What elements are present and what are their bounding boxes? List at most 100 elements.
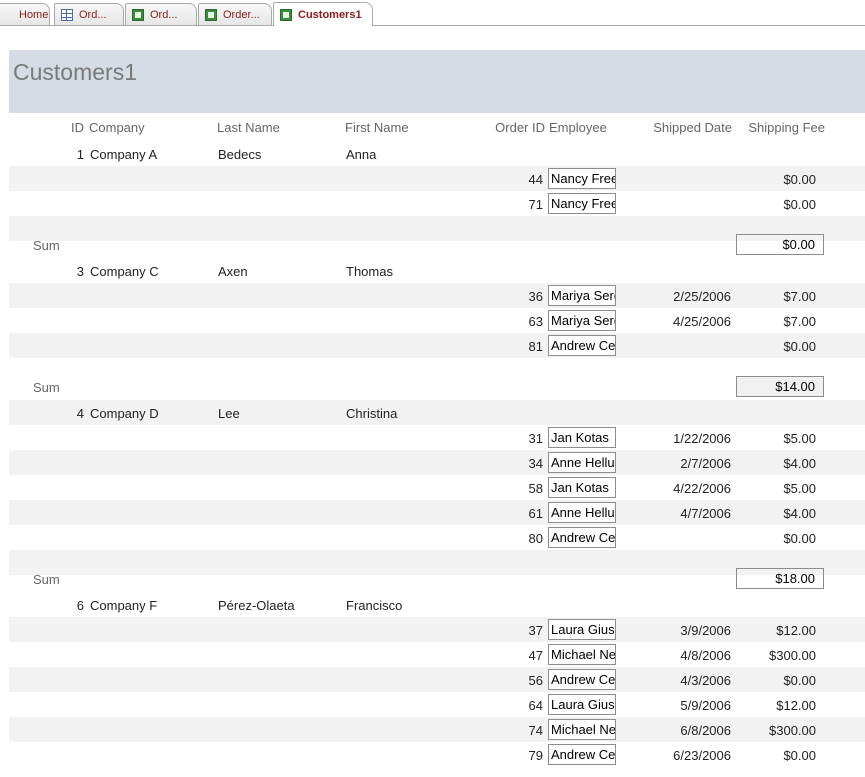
shipping-fee: $12.00 <box>776 623 816 638</box>
order-id: 47 <box>528 648 543 663</box>
row-band <box>9 692 865 717</box>
customer-first-name: Anna <box>346 147 377 162</box>
document-tab-strip: Home Ord... Ord... Order... Customers1 <box>0 0 865 27</box>
customer-first-name: Francisco <box>346 598 403 613</box>
row-band <box>9 191 865 216</box>
sum-shipping-fee[interactable]: $18.00 <box>736 568 824 589</box>
employee-field[interactable]: Andrew Cencini <box>548 744 616 765</box>
row-band <box>9 525 865 550</box>
sum-label: Sum <box>33 572 60 587</box>
row-band <box>9 500 865 525</box>
customer-first-name: Christina <box>346 406 398 421</box>
shipped-date: 3/9/2006 <box>680 623 731 638</box>
employee-field[interactable]: Michael Neipper <box>548 644 616 665</box>
employee-field[interactable]: Mariya Sergienko <box>548 285 616 306</box>
header-id: ID <box>71 120 84 135</box>
sum-shipping-fee[interactable]: $0.00 <box>736 234 824 255</box>
row-band <box>9 717 865 742</box>
shipping-fee: $0.00 <box>783 673 816 688</box>
row-band <box>9 308 865 333</box>
shipped-date: 5/9/2006 <box>680 698 731 713</box>
shipped-date: 4/22/2006 <box>673 481 731 496</box>
order-id: 34 <box>528 456 543 471</box>
tab-customers1[interactable]: Customers1 <box>273 2 373 26</box>
order-id: 36 <box>528 289 543 304</box>
order-id: 79 <box>528 748 543 763</box>
employee-field[interactable]: Michael Neipper <box>548 719 616 740</box>
tab-home[interactable]: Home <box>0 3 50 25</box>
employee-field[interactable]: Jan Kotas <box>548 427 616 448</box>
row-band <box>9 742 865 767</box>
employee-field[interactable]: Andrew Cencini <box>548 335 616 356</box>
tab-label: Home <box>19 8 49 21</box>
report-icon <box>132 8 144 21</box>
sum-label: Sum <box>33 380 60 395</box>
shipping-fee: $0.00 <box>783 531 816 546</box>
sum-label: Sum <box>33 238 60 253</box>
row-band <box>9 475 865 500</box>
employee-field[interactable]: Anne Hellung-Larsen <box>548 452 616 473</box>
order-id: 71 <box>528 197 543 212</box>
header-shipped-date: Shipped Date <box>653 120 732 135</box>
report-icon <box>205 8 217 21</box>
customer-last-name: Lee <box>218 406 240 421</box>
row-band <box>9 333 865 358</box>
shipping-fee: $7.00 <box>783 289 816 304</box>
row-band <box>9 425 865 450</box>
employee-field[interactable]: Mariya Sergienko <box>548 310 616 331</box>
employee-field[interactable]: Andrew Cencini <box>548 527 616 548</box>
order-id: 74 <box>528 723 543 738</box>
table-icon <box>61 8 73 21</box>
customer-id: 3 <box>76 264 84 279</box>
order-id: 80 <box>528 531 543 546</box>
shipping-fee: $5.00 <box>783 431 816 446</box>
shipped-date: 4/25/2006 <box>673 314 731 329</box>
customer-last-name: Pérez-Olaeta <box>218 598 295 613</box>
employee-field[interactable]: Laura Giussani <box>548 619 616 640</box>
employee-field[interactable]: Nancy Freehafer <box>548 193 616 214</box>
order-id: 64 <box>528 698 543 713</box>
row-band <box>9 642 865 667</box>
shipped-date: 4/8/2006 <box>680 648 731 663</box>
shipped-date: 4/7/2006 <box>680 506 731 521</box>
tab-label: Ord... <box>150 8 178 21</box>
shipping-fee: $300.00 <box>769 723 816 738</box>
row-band <box>9 283 865 308</box>
employee-field[interactable]: Jan Kotas <box>548 477 616 498</box>
tab-label: Ord... <box>79 8 107 21</box>
tab-label: Order... <box>223 8 260 21</box>
header-employee: Employee <box>549 120 607 135</box>
shipping-fee: $5.00 <box>783 481 816 496</box>
order-id: 63 <box>528 314 543 329</box>
shipped-date: 1/22/2006 <box>673 431 731 446</box>
customer-id: 1 <box>76 147 84 162</box>
order-id: 44 <box>528 172 543 187</box>
customer-company: Company F <box>90 598 158 613</box>
report-title: Customers1 <box>13 59 137 85</box>
shipping-fee: $4.00 <box>783 456 816 471</box>
shipping-fee: $0.00 <box>783 748 816 763</box>
shipping-fee: $4.00 <box>783 506 816 521</box>
customer-last-name: Axen <box>218 264 248 279</box>
tab-order-report[interactable]: Order... <box>198 3 272 25</box>
customer-last-name: Bedecs <box>218 147 262 162</box>
shipping-fee: $300.00 <box>769 648 816 663</box>
report-icon <box>280 8 292 21</box>
order-id: 37 <box>528 623 543 638</box>
tab-orders-report[interactable]: Ord... <box>125 3 197 25</box>
shipped-date: 2/25/2006 <box>673 289 731 304</box>
row-band <box>9 617 865 642</box>
row-band <box>9 667 865 692</box>
sum-shipping-fee[interactable]: $14.00 <box>736 376 824 397</box>
shipping-fee: $7.00 <box>783 314 816 329</box>
employee-field[interactable]: Laura Giussani <box>548 694 616 715</box>
shipping-fee: $0.00 <box>783 197 816 212</box>
tab-orders-table[interactable]: Ord... <box>54 3 124 25</box>
shipped-date: 2/7/2006 <box>680 456 731 471</box>
employee-field[interactable]: Anne Hellung-Larsen <box>548 502 616 523</box>
row-band <box>9 166 865 191</box>
employee-field[interactable]: Nancy Freehafer <box>548 168 616 189</box>
shipped-date: 6/8/2006 <box>680 723 731 738</box>
employee-field[interactable]: Andrew Cencini <box>548 669 616 690</box>
customer-company: Company D <box>90 406 159 421</box>
